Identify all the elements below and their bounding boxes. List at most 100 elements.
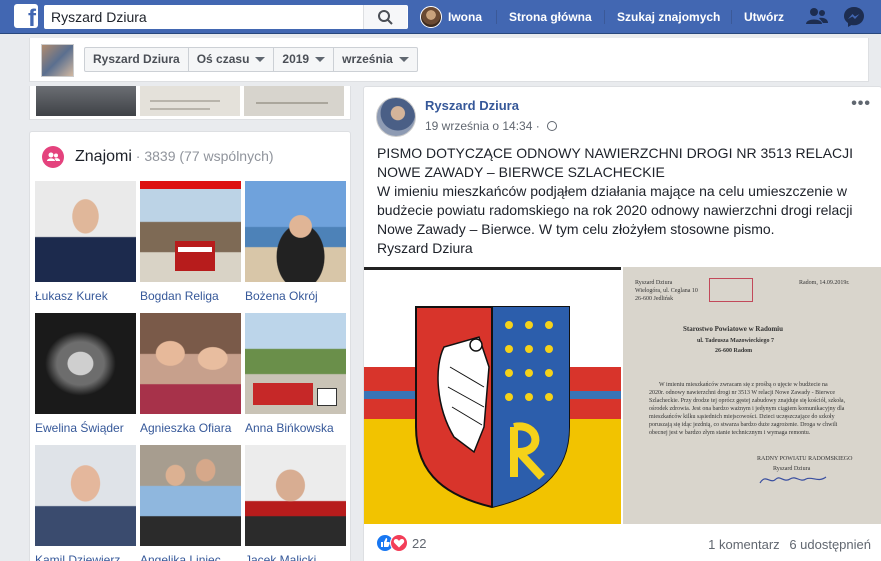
friend-photo [35,445,136,546]
create-link[interactable]: Utwórz [744,0,784,34]
friend-name: Bogdan Religa [140,289,219,303]
friend-tile[interactable]: Angelika Liniec [140,445,241,561]
post-text: PISMO DOTYCZĄCE ODNOWY NAWIERZCHNI DROGI… [377,144,872,258]
timeline-section-dropdown[interactable]: Oś czasu [189,48,275,71]
friend-photo [245,181,346,282]
letter-sender: Wielogóra, ul. Ceglana 10 [635,288,698,294]
letter-body-line: poruszają się idąc jezdnią, co stwarza b… [649,422,838,428]
friend-photo [35,313,136,414]
letter-body-line: obecnej jest w bardzo złym stanie techni… [649,430,811,436]
more-options-icon[interactable]: ••• [851,95,871,113]
search-input[interactable] [45,6,365,28]
top-navigation-bar: f Iwona Strona główna Szukaj znajomych U… [0,0,881,34]
friend-photo [140,445,241,546]
friend-tile[interactable]: Łukasz Kurek [35,181,136,303]
letter-image[interactable]: Ryszard Dziura Wielogóra, ul. Ceglana 10… [623,267,881,524]
chevron-down-icon [255,57,266,63]
friends-card: Znajomi · 3839 (77 wspólnych) Łukasz Kur… [29,131,351,561]
shares-count-link[interactable]: 6 udostępnień [789,537,871,552]
post-text-line: PISMO DOTYCZĄCE ODNOWY NAWIERZCHNI DROGI… [377,145,854,180]
friend-tile[interactable]: Anna Bińkowska [245,313,346,435]
letter-sender: 26-600 Jedlińsk [635,296,674,302]
timeline-section-label: Oś czasu [196,52,250,66]
letter-body-line: W imieniu mieszkańców zwracam się z proś… [659,382,828,388]
facebook-logo-icon[interactable]: f [14,4,38,28]
friend-name: Angelika Liniec [140,553,221,561]
friends-count: · 3839 (77 wspólnych) [131,148,274,164]
engagement-summary: 1 komentarz 6 udostępnień [702,537,871,552]
messenger-icon[interactable] [843,6,865,28]
timeline-header: Ryszard Dziura Oś czasu 2019 września [29,38,869,82]
stamp-mark [709,278,753,302]
letter-addressee: 26-600 Radom [715,348,753,354]
comments-count-link[interactable]: 1 komentarz [708,537,780,552]
year-dropdown[interactable]: 2019 [274,48,335,71]
letter-signature-title: RADNY POWIATU RADOMSKIEGO [757,456,853,462]
reactions-summary[interactable]: 22 [376,534,426,552]
friend-name: Kamil Dziewierz [35,553,121,561]
letter-body-line: ośrodek zdrowia. Jest ona bardzo ważnym … [649,406,845,412]
friend-tile[interactable]: Kamil Dziewierz [35,445,136,561]
letter-body-line: 2020r. odnowy nawierzchni drogi nr 3513 … [649,390,836,396]
find-friends-link[interactable]: Szukaj znajomych [617,0,720,34]
home-link[interactable]: Strona główna [509,0,592,34]
timeline-post: Ryszard Dziura 19 września o 14:34 · •••… [363,86,881,561]
breadcrumb-profile-name[interactable]: Ryszard Dziura [85,48,189,71]
post-footer: 22 1 komentarz 6 udostępnień [364,527,881,561]
search-button[interactable] [363,5,407,29]
friend-tile[interactable]: Ewelina Świąder [35,313,136,435]
friend-requests-icon[interactable] [805,6,829,28]
friend-name: Łukasz Kurek [35,289,108,303]
photo-thumbnail[interactable] [244,86,344,116]
post-text-line: Ryszard Dziura [377,240,473,256]
friend-photo [140,181,241,282]
search-box [44,5,408,29]
coat-of-arms-image[interactable] [364,267,621,524]
month-dropdown[interactable]: września [334,48,417,71]
friend-tile[interactable]: Agnieszka Ofiara [140,313,241,435]
post-author-avatar[interactable] [376,97,416,137]
post-timestamp[interactable]: 19 września o 14:34 · [425,119,543,133]
post-meta: 19 września o 14:34 · [425,119,558,133]
friend-tile[interactable]: Bożena Okrój [245,181,346,303]
friend-name: Agnieszka Ofiara [140,421,232,435]
friend-name: Jacek Malicki [245,553,317,561]
friend-photo [245,313,346,414]
post-author-name[interactable]: Ryszard Dziura [425,98,519,113]
letter-date: Radom, 14.09.2019r. [799,280,850,286]
chevron-down-icon [398,57,409,63]
profile-thumbnail[interactable] [41,44,74,77]
friend-name: Ewelina Świąder [35,421,124,435]
user-avatar [420,6,442,28]
friend-tile[interactable]: Bogdan Religa [140,181,241,303]
post-text-line: W imieniu mieszkańców podjąłem działania… [377,183,853,237]
nav-divider [604,10,605,24]
photo-thumbnail[interactable] [140,86,240,116]
search-icon [378,10,393,25]
profile-link[interactable]: Iwona [420,0,482,34]
friend-name: Anna Bińkowska [245,421,334,435]
friends-heading[interactable]: Znajomi · 3839 (77 wspólnych) [75,148,274,166]
letter-body-line: Szlacheckie. Przy drodze tej oprócz gęst… [649,398,846,404]
friends-icon [42,146,64,168]
month-label: września [342,52,393,66]
letter-addressee: Starostwo Powiatowe w Radomiu [683,325,784,333]
photo-thumbnail[interactable] [36,86,136,116]
letter-body-line: mieszkańców kilku sąsiednich miejscowośc… [649,414,835,420]
nav-divider [731,10,732,24]
breadcrumb: Ryszard Dziura Oś czasu 2019 września [84,47,418,72]
friend-photo [245,445,346,546]
letter-sender: Ryszard Dziura [635,280,673,286]
chevron-down-icon [315,57,326,63]
year-label: 2019 [282,52,310,66]
globe-icon [547,121,558,131]
handwritten-signature [759,476,827,484]
post-images: Ryszard Dziura Wielogóra, ul. Ceglana 10… [364,267,881,524]
friend-tile[interactable]: Jacek Malicki [245,445,346,561]
friends-title: Znajomi [75,148,132,165]
reaction-count: 22 [412,535,427,551]
photos-strip [29,86,351,120]
letter-addressee: ul. Tadeusza Mazowieckiego 7 [697,338,775,344]
nav-divider [496,10,497,24]
friend-photo [140,313,241,414]
